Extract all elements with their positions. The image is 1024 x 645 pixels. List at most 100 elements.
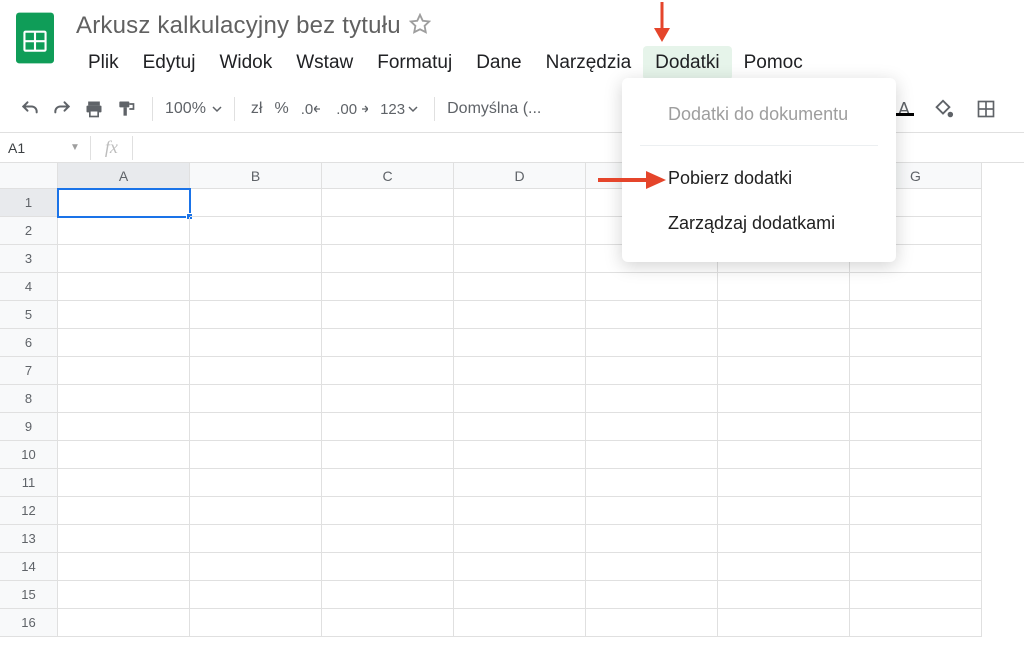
row-header[interactable]: 13 [0, 525, 58, 553]
cell[interactable] [850, 329, 982, 357]
cell[interactable] [58, 553, 190, 581]
menu-formatuj[interactable]: Formatuj [365, 46, 464, 80]
cell[interactable] [322, 357, 454, 385]
cell[interactable] [190, 385, 322, 413]
cell[interactable] [718, 497, 850, 525]
row-header[interactable]: 2 [0, 217, 58, 245]
dropdown-item-manage-addons[interactable]: Zarządzaj dodatkami [622, 201, 896, 246]
cell[interactable] [850, 357, 982, 385]
row-header[interactable]: 14 [0, 553, 58, 581]
cell[interactable] [190, 189, 322, 217]
cell[interactable] [586, 581, 718, 609]
cell[interactable] [454, 581, 586, 609]
cell[interactable] [322, 245, 454, 273]
chevron-down-icon[interactable]: ▼ [70, 142, 80, 153]
cell[interactable] [58, 273, 190, 301]
cell[interactable] [322, 413, 454, 441]
cell[interactable] [718, 581, 850, 609]
column-header[interactable]: C [322, 163, 454, 189]
cell[interactable] [454, 553, 586, 581]
font-family-dropdown[interactable]: Domyślna (... [447, 100, 541, 118]
cell[interactable] [190, 525, 322, 553]
paint-format-icon[interactable] [112, 94, 140, 124]
cell[interactable] [322, 441, 454, 469]
cell[interactable] [850, 441, 982, 469]
sheets-logo-icon[interactable] [16, 12, 54, 64]
cell[interactable] [190, 553, 322, 581]
row-header[interactable]: 1 [0, 189, 58, 217]
cell[interactable] [322, 581, 454, 609]
cell[interactable] [190, 245, 322, 273]
currency-format-button[interactable]: zł [247, 94, 267, 124]
cell[interactable] [586, 469, 718, 497]
menu-edytuj[interactable]: Edytuj [131, 46, 208, 80]
cell[interactable] [454, 525, 586, 553]
increase-decimals-button[interactable]: .00 [332, 94, 372, 124]
cell[interactable] [58, 581, 190, 609]
cell[interactable] [190, 329, 322, 357]
text-color-button[interactable]: A [894, 102, 914, 116]
decrease-decimals-button[interactable]: .0 [297, 94, 329, 124]
cell[interactable] [850, 273, 982, 301]
cell[interactable] [190, 413, 322, 441]
cell[interactable] [58, 441, 190, 469]
star-icon[interactable] [409, 13, 431, 40]
cell[interactable] [850, 301, 982, 329]
cell[interactable] [58, 301, 190, 329]
percent-format-button[interactable]: % [270, 94, 292, 124]
cell[interactable] [718, 525, 850, 553]
cell[interactable] [586, 609, 718, 637]
cell[interactable] [718, 469, 850, 497]
cell[interactable] [718, 385, 850, 413]
cell[interactable] [454, 497, 586, 525]
cell[interactable] [58, 525, 190, 553]
cell[interactable] [322, 301, 454, 329]
row-header[interactable]: 3 [0, 245, 58, 273]
cell[interactable] [850, 609, 982, 637]
cell[interactable] [454, 357, 586, 385]
menu-wstaw[interactable]: Wstaw [284, 46, 365, 80]
cell[interactable] [586, 497, 718, 525]
row-header[interactable]: 8 [0, 385, 58, 413]
cell[interactable] [586, 553, 718, 581]
cell[interactable] [718, 273, 850, 301]
cell[interactable] [454, 329, 586, 357]
cell[interactable] [322, 385, 454, 413]
cell[interactable] [58, 217, 190, 245]
cell[interactable] [190, 441, 322, 469]
zoom-dropdown[interactable]: 100% [165, 100, 222, 118]
row-header[interactable]: 11 [0, 469, 58, 497]
cell[interactable] [718, 357, 850, 385]
cell[interactable] [190, 301, 322, 329]
row-header[interactable]: 7 [0, 357, 58, 385]
cell[interactable] [850, 553, 982, 581]
cell[interactable] [190, 273, 322, 301]
cell[interactable] [850, 469, 982, 497]
redo-icon[interactable] [48, 94, 76, 124]
cell[interactable] [322, 469, 454, 497]
cell[interactable] [850, 581, 982, 609]
cell[interactable] [190, 609, 322, 637]
cell[interactable] [190, 497, 322, 525]
cell[interactable] [718, 441, 850, 469]
cell[interactable] [586, 273, 718, 301]
cell[interactable] [190, 469, 322, 497]
cell[interactable] [58, 469, 190, 497]
doc-title[interactable]: Arkusz kalkulacyjny bez tytułu [76, 12, 401, 40]
print-icon[interactable] [80, 94, 108, 124]
cell[interactable] [454, 609, 586, 637]
row-header[interactable]: 4 [0, 273, 58, 301]
cell[interactable] [586, 357, 718, 385]
menu-dane[interactable]: Dane [464, 46, 533, 80]
cell[interactable] [322, 189, 454, 217]
column-header[interactable]: D [454, 163, 586, 189]
cell[interactable] [454, 245, 586, 273]
column-header[interactable]: B [190, 163, 322, 189]
cell[interactable] [322, 217, 454, 245]
borders-button[interactable] [972, 94, 1000, 124]
cell[interactable] [58, 385, 190, 413]
cell[interactable] [58, 357, 190, 385]
cell[interactable] [454, 301, 586, 329]
name-box[interactable]: A1 [0, 140, 60, 156]
row-header[interactable]: 9 [0, 413, 58, 441]
